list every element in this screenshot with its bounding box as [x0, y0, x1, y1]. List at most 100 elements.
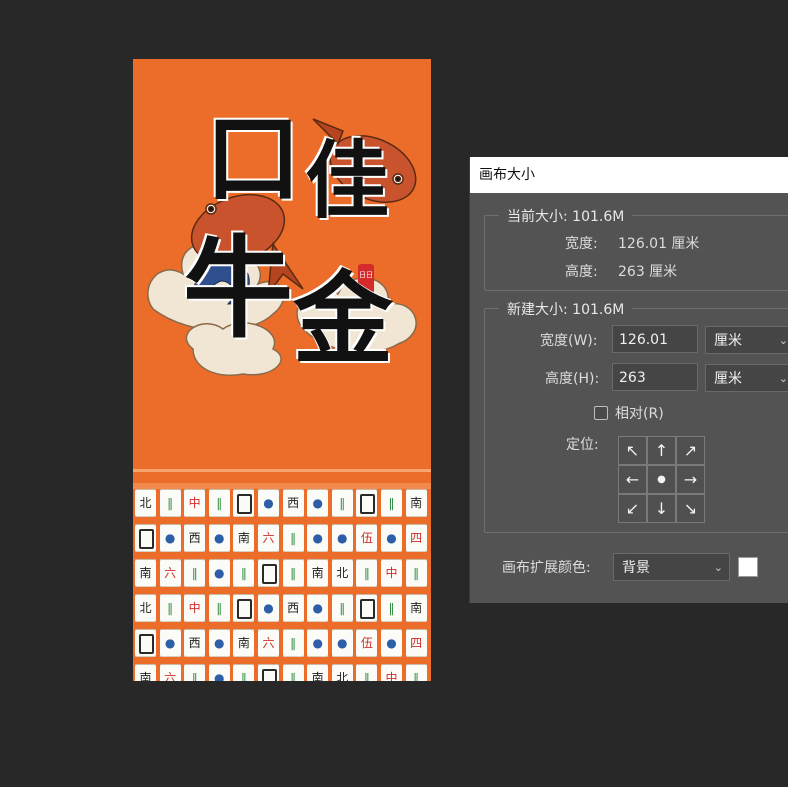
- mahjong-tile: ‖: [331, 489, 353, 517]
- mahjong-tile: 北: [135, 489, 156, 517]
- mahjong-tile: 北: [135, 594, 156, 622]
- new-width-label: 宽度(W):: [540, 333, 598, 349]
- new-height-label: 高度(H):: [545, 371, 600, 387]
- mahjong-tile: ‖: [405, 559, 427, 587]
- extension-color-value: 背景: [622, 560, 650, 576]
- mahjong-tile: 西: [184, 524, 206, 552]
- mahjong-tile: ‖: [233, 664, 255, 681]
- anchor-label: 定位:: [566, 437, 599, 453]
- mahjong-tile: ‖: [282, 524, 304, 552]
- mahjong-tile: ●: [307, 629, 329, 657]
- mahjong-tiles: 北 ‖ 中 ‖ ● 西 ● ‖ ‖ 南 ● 西 ● 南六 ‖ ● ● 伍 ● 四南六 ‖ ● ‖ ‖ 南北 ‖ 中 ‖ 北 ‖ 中 ‖ ● 西 ● ‖…: [133, 489, 431, 681]
- mahjong-tile: 中: [381, 559, 402, 587]
- current-size-legend: 当前大小: 101.6M: [499, 206, 633, 226]
- mahjong-tile: 南: [135, 664, 156, 681]
- chevron-down-icon: ⌄: [778, 334, 788, 347]
- mahjong-tile: ‖: [282, 629, 304, 657]
- canvas-size-dialog: 画布大小 当前大小: 101.6M 宽度: 126.01 厘米 高度: 263 …: [469, 157, 788, 603]
- anchor-top-left-arrow-icon[interactable]: ↖: [618, 436, 647, 465]
- mahjong-tile: 四: [405, 524, 427, 552]
- mahjong-tile: [258, 559, 279, 587]
- mahjong-tile: 伍: [356, 524, 378, 552]
- mahjong-tile: 六: [159, 559, 181, 587]
- tile-row: ● 西 ● 南六 ‖ ● ● 伍 ● 四: [133, 524, 431, 554]
- mahjong-tile: ‖: [159, 489, 181, 517]
- mahjong-tile: ‖: [282, 559, 304, 587]
- anchor-right-arrow-icon[interactable]: →: [676, 465, 705, 494]
- height-input[interactable]: 263: [612, 363, 698, 391]
- mahjong-tile: ●: [159, 524, 181, 552]
- anchor-center-dot-icon[interactable]: ●: [647, 465, 676, 494]
- mahjong-tile: ●: [258, 489, 279, 517]
- mahjong-tile: ‖: [405, 664, 427, 681]
- dialog-title[interactable]: 画布大小: [470, 157, 788, 193]
- mahjong-tile: ‖: [381, 594, 402, 622]
- mahjong-tile: ●: [307, 524, 329, 552]
- mahjong-tile: 伍: [356, 629, 378, 657]
- anchor-bottom-left-arrow-icon[interactable]: ↙: [618, 494, 647, 523]
- mahjong-tile: 南: [307, 559, 329, 587]
- mahjong-tile: ‖: [208, 594, 230, 622]
- mahjong-tile: ‖: [356, 664, 378, 681]
- chevron-down-icon: ⌄: [713, 561, 723, 574]
- anchor-grid: ↖ ↑ ↗ ← ● → ↙ ↓ ↘: [618, 436, 705, 523]
- anchor-left-arrow-icon[interactable]: ←: [618, 465, 647, 494]
- mahjong-tile: 中: [184, 489, 206, 517]
- anchor-top-right-arrow-icon[interactable]: ↗: [676, 436, 705, 465]
- mahjong-tile: ●: [331, 629, 353, 657]
- mahjong-tile: 南: [307, 664, 329, 681]
- tile-row: ● 西 ● 南六 ‖ ● ● 伍 ● 四: [133, 629, 431, 659]
- relative-label[interactable]: 相对(R): [615, 403, 664, 423]
- mahjong-tile: ●: [208, 559, 230, 587]
- mahjong-tile: ‖: [184, 559, 206, 587]
- poster-divider: [133, 469, 431, 472]
- relative-checkbox[interactable]: [594, 406, 608, 420]
- mahjong-tile: ●: [307, 594, 329, 622]
- extension-color-label: 画布扩展颜色:: [502, 560, 591, 576]
- mahjong-tile: ‖: [184, 664, 206, 681]
- mahjong-tile: ‖: [356, 559, 378, 587]
- mahjong-tile: 六: [258, 629, 279, 657]
- anchor-top-arrow-icon[interactable]: ↑: [647, 436, 676, 465]
- tile-row: 北 ‖ 中 ‖ ● 西 ● ‖ ‖ 南: [133, 594, 431, 624]
- width-unit-select[interactable]: 厘米 ⌄: [705, 326, 788, 354]
- mahjong-tile: [135, 629, 156, 657]
- canvas-poster: 口 佳 牛 金 日日 北 ‖ 中 ‖ ● 西 ● ‖ ‖ 南 ● 西 ● 南六 ‖ ● ● 伍 ● 四南六 ‖ ● ‖ ‖ 南北…: [133, 59, 431, 681]
- extension-color-swatch[interactable]: [738, 557, 758, 577]
- mahjong-tile: 南: [233, 629, 255, 657]
- mahjong-tile: [135, 524, 156, 552]
- height-unit-select[interactable]: 厘米 ⌄: [705, 364, 788, 392]
- extension-color-select[interactable]: 背景 ⌄: [613, 553, 730, 581]
- calligraphy-char-3: 牛: [183, 224, 293, 353]
- mahjong-tile: ●: [331, 524, 353, 552]
- tile-row: 北 ‖ 中 ‖ ● 西 ● ‖ ‖ 南: [133, 489, 431, 519]
- calligraphy-char-1: 口: [205, 102, 301, 215]
- mahjong-tile: 北: [331, 559, 353, 587]
- mahjong-tile: 南: [405, 594, 427, 622]
- chevron-down-icon: ⌄: [778, 372, 788, 385]
- mahjong-tile: ‖: [381, 489, 402, 517]
- mahjong-tile: 南: [405, 489, 427, 517]
- current-height-label: 高度:: [565, 264, 598, 280]
- width-input[interactable]: 126.01: [612, 325, 698, 353]
- mahjong-tile: ‖: [331, 594, 353, 622]
- mahjong-tile: ●: [208, 524, 230, 552]
- width-unit-value: 厘米: [714, 333, 742, 349]
- mahjong-tile: 中: [381, 664, 402, 681]
- mahjong-tile: ●: [208, 629, 230, 657]
- anchor-bottom-right-arrow-icon[interactable]: ↘: [676, 494, 705, 523]
- mahjong-tile: 西: [282, 594, 304, 622]
- mahjong-tile: 四: [405, 629, 427, 657]
- mahjong-tile: ●: [208, 664, 230, 681]
- calligraphy-char-2: 佳: [305, 131, 390, 230]
- mahjong-tile: ●: [258, 594, 279, 622]
- mahjong-tile: 六: [159, 664, 181, 681]
- mahjong-tile: 南: [233, 524, 255, 552]
- mahjong-tile: ●: [381, 629, 402, 657]
- mahjong-tile: [233, 594, 255, 622]
- current-width-value: 126.01 厘米: [618, 236, 700, 252]
- anchor-bottom-arrow-icon[interactable]: ↓: [647, 494, 676, 523]
- mahjong-tile: 中: [184, 594, 206, 622]
- mahjong-tile: 西: [282, 489, 304, 517]
- mahjong-tile: 南: [135, 559, 156, 587]
